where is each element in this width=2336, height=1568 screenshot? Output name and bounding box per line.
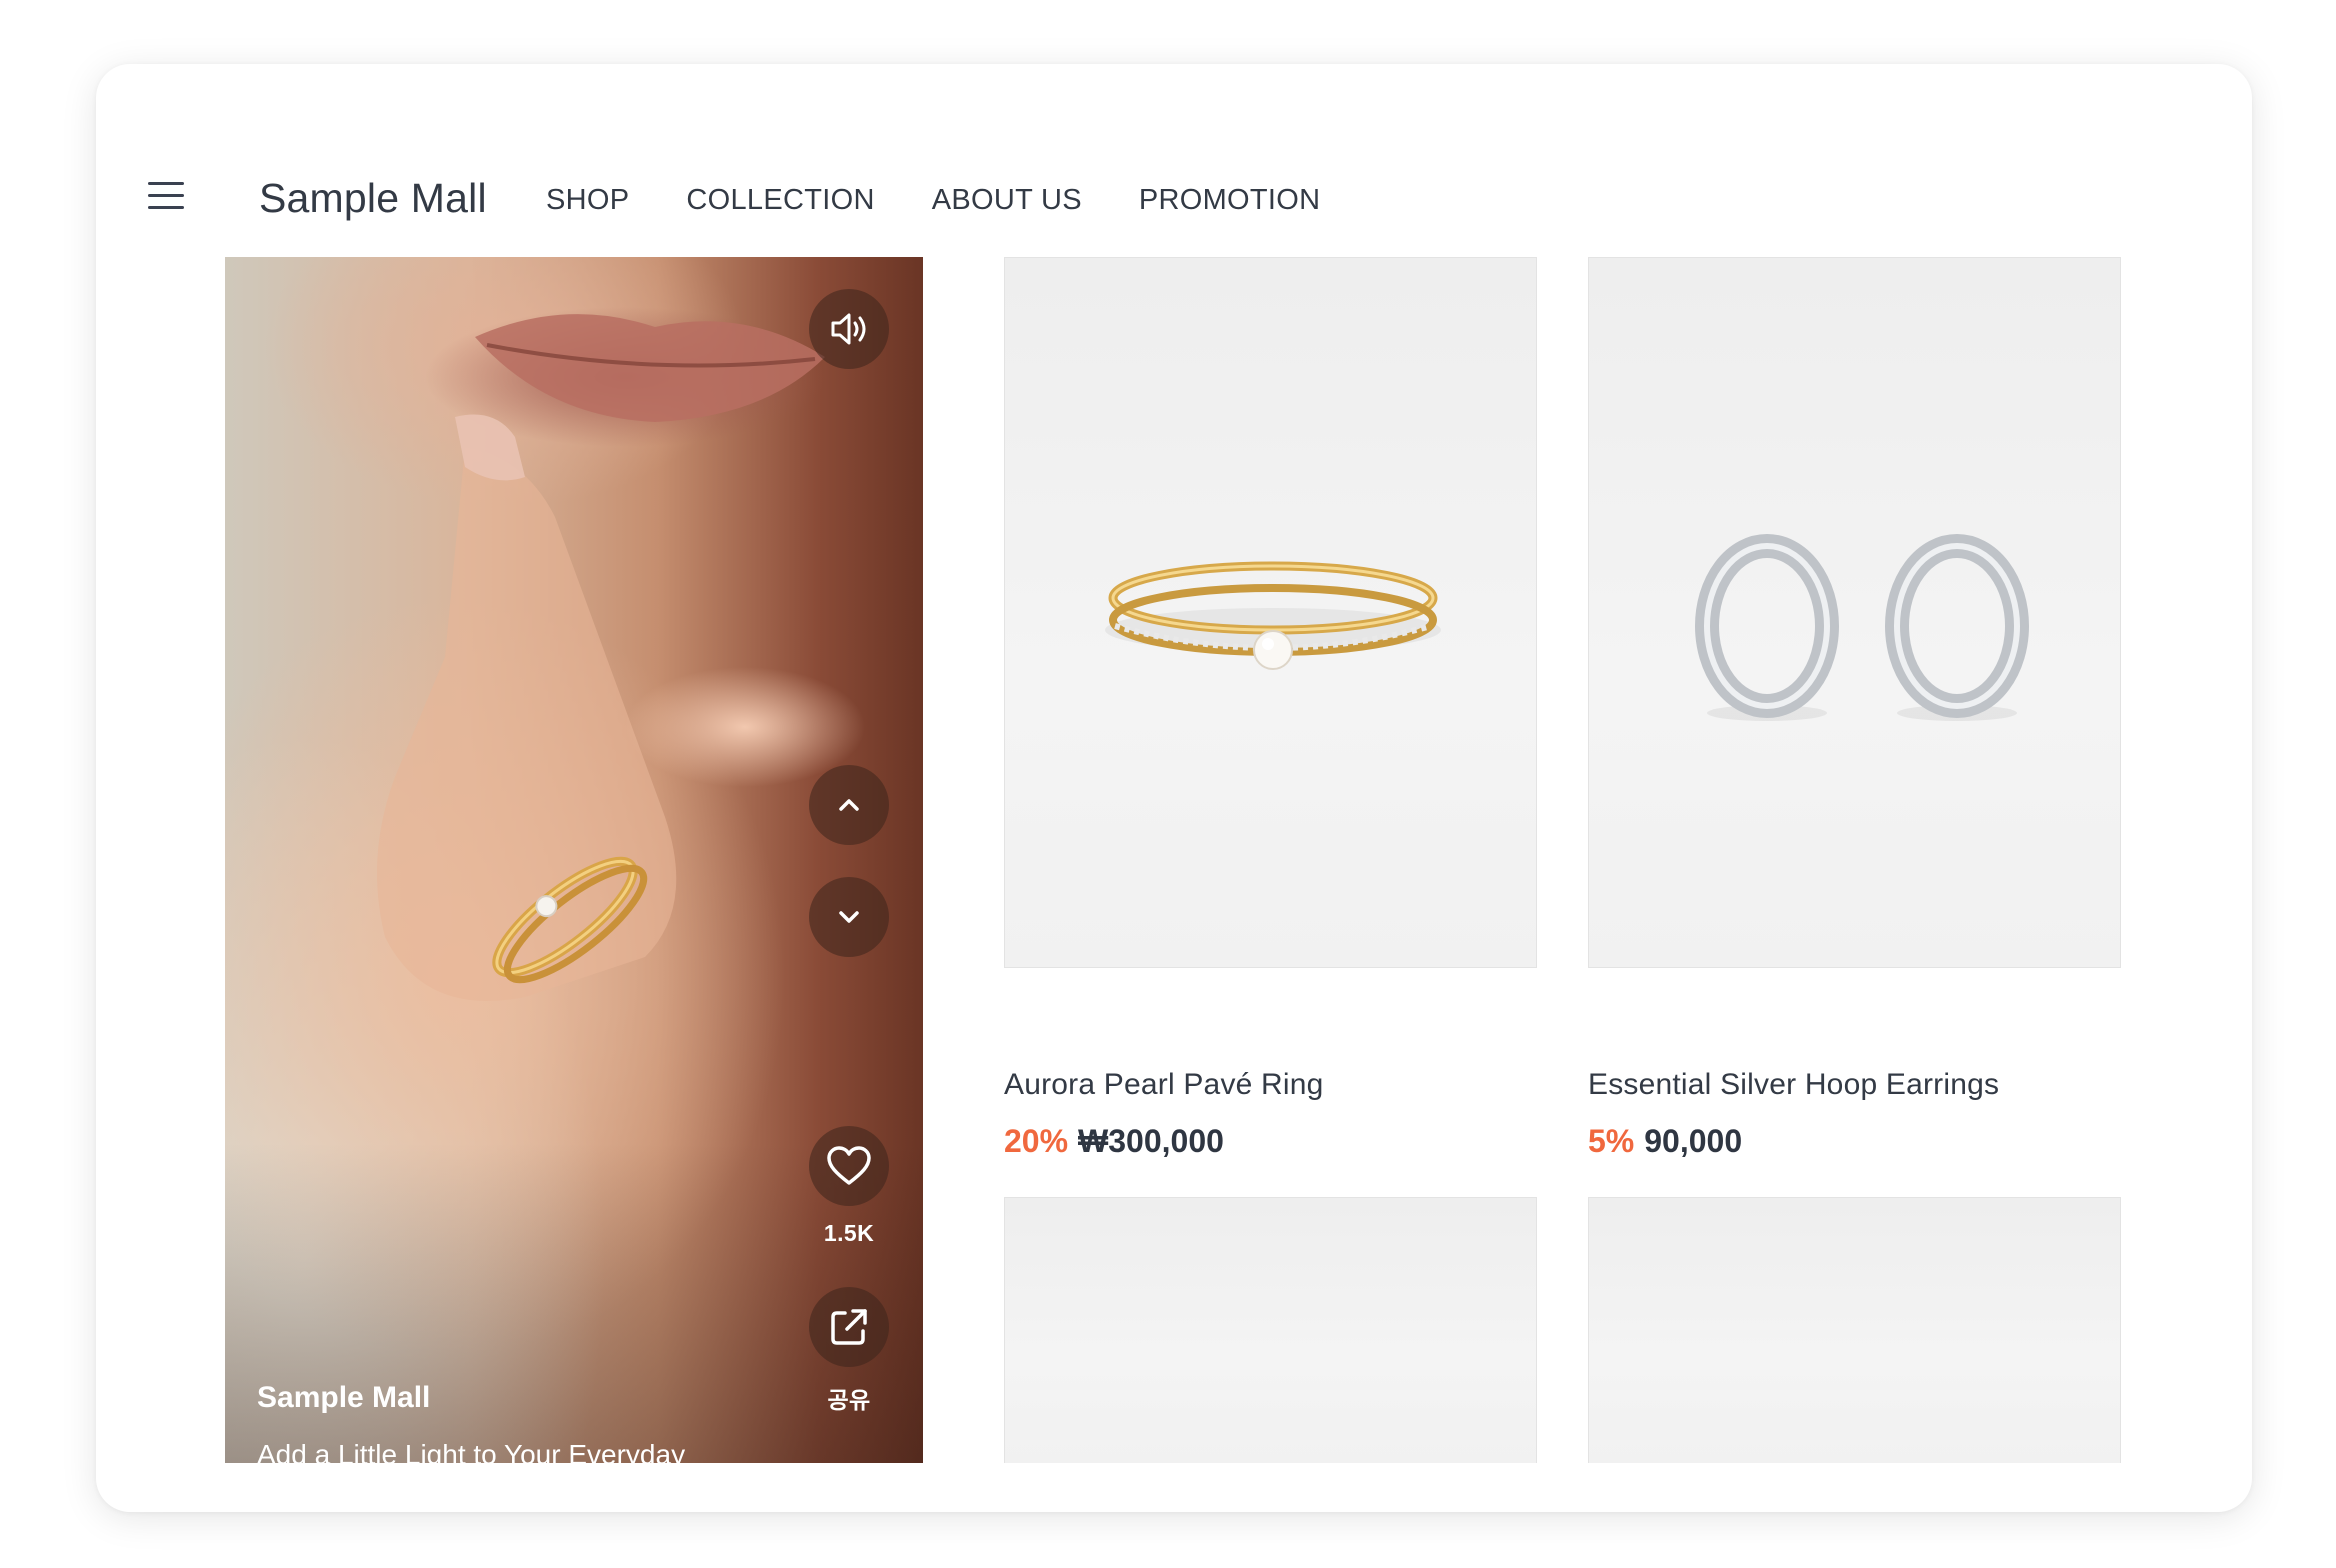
nav-shop[interactable]: SHOP: [546, 182, 629, 218]
discount-rate: 5%: [1588, 1123, 1635, 1159]
product-image[interactable]: [1588, 1197, 2121, 1463]
product-name[interactable]: Aurora Pearl Pavé Ring: [1004, 1068, 1324, 1102]
sound-toggle-button[interactable]: [809, 289, 889, 369]
earrings-product-image: [1695, 534, 2029, 721]
app-window: Sample Mall SHOP COLLECTION ABOUT US PRO…: [96, 64, 2252, 1512]
video-frame-image: [377, 314, 825, 1001]
ring-product-image: [1105, 561, 1441, 670]
share-label: 공유: [827, 1387, 871, 1413]
product-image[interactable]: [1004, 1197, 1537, 1463]
product-price: 5% 90,000: [1588, 1123, 1742, 1160]
product-name[interactable]: Essential Silver Hoop Earrings: [1588, 1068, 1999, 1102]
product-image[interactable]: [1004, 257, 1537, 968]
nav-about-us[interactable]: ABOUT US: [932, 182, 1082, 218]
nav-collection[interactable]: COLLECTION: [686, 182, 874, 218]
menu-icon[interactable]: [148, 182, 184, 210]
previous-video-button[interactable]: [809, 765, 889, 845]
share-icon: [831, 1309, 867, 1345]
video-player[interactable]: 1.5K 공유 Sample Mall Add a Little Light t…: [225, 257, 923, 1463]
product-image[interactable]: [1588, 257, 2121, 968]
sound-icon: [831, 313, 866, 345]
video-subtitle: Add a Little Light to Your Everyday: [257, 1439, 686, 1463]
main-nav: SHOP COLLECTION ABOUT US PROMOTION: [546, 182, 1377, 218]
price-amount: 90,000: [1644, 1123, 1743, 1159]
product-price: 20% ₩300,000: [1004, 1123, 1224, 1160]
share-button[interactable]: [809, 1287, 889, 1367]
discount-rate: 20%: [1004, 1123, 1069, 1159]
video-title: Sample Mall: [257, 1381, 431, 1414]
nav-promotion[interactable]: PROMOTION: [1139, 182, 1321, 218]
next-video-button[interactable]: [809, 877, 889, 957]
brand-logo[interactable]: Sample Mall: [259, 174, 487, 222]
price-amount: ₩300,000: [1078, 1123, 1224, 1159]
heart-icon: [827, 1146, 871, 1185]
like-button[interactable]: [809, 1126, 889, 1206]
chevron-up-icon: [839, 799, 859, 811]
like-count: 1.5K: [823, 1220, 875, 1246]
chevron-down-icon: [839, 911, 859, 923]
